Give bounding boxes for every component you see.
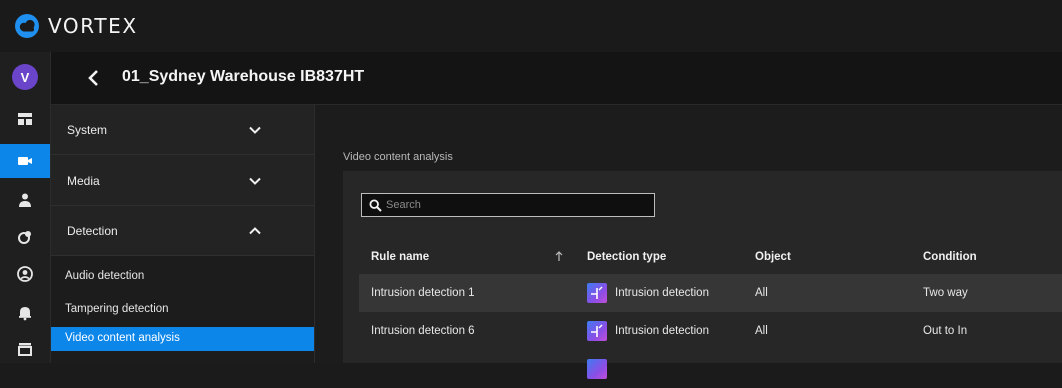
- column-header-condition[interactable]: Condition: [923, 251, 977, 263]
- intrusion-detection-icon: [587, 283, 607, 303]
- column-header-detection-type[interactable]: Detection type: [587, 251, 666, 263]
- sub-item-audio-detection[interactable]: Audio detection: [51, 265, 314, 289]
- condition-cell: Out to In: [923, 325, 968, 337]
- sub-item-video-content-analysis[interactable]: Video content analysis: [51, 327, 314, 351]
- top-bar: VORTEX: [0, 0, 1062, 53]
- camera-icon[interactable]: [0, 144, 50, 178]
- device-title: 01_Sydney Warehouse IB837HT: [122, 68, 365, 85]
- search-icon: [369, 198, 382, 212]
- rule-name-cell: Intrusion detection 1: [371, 287, 475, 299]
- menu-section-system[interactable]: System: [51, 105, 314, 155]
- table-row[interactable]: [359, 350, 1062, 388]
- chevron-left-icon[interactable]: [83, 67, 105, 89]
- sub-item-label: Audio detection: [65, 270, 145, 282]
- detection-type-cell: Intrusion detection: [615, 325, 709, 337]
- column-header-rule-name[interactable]: Rule name: [371, 251, 429, 263]
- sub-item-tampering-detection[interactable]: Tampering detection: [51, 298, 314, 322]
- page-breadcrumb: Video content analysis: [343, 151, 453, 163]
- object-cell: All: [755, 325, 768, 337]
- search-input[interactable]: [386, 199, 636, 211]
- menu-section-detection[interactable]: Detection: [51, 206, 314, 256]
- sub-item-label: Video content analysis: [65, 332, 180, 344]
- menu-section-label: Detection: [67, 224, 118, 238]
- chevron-down-icon: [249, 177, 261, 185]
- sub-item-label: Tampering detection: [65, 303, 169, 315]
- menu-section-label: Media: [67, 174, 100, 188]
- condition-cell: Two way: [923, 287, 968, 299]
- left-nav-rail: V: [0, 52, 51, 363]
- access-icon[interactable]: [0, 220, 50, 254]
- rule-name-cell: Intrusion detection 6: [371, 325, 475, 337]
- chevron-up-icon: [249, 227, 261, 235]
- table-row[interactable]: Intrusion detection 1 Intrusion detectio…: [359, 274, 1062, 312]
- bell-icon[interactable]: [0, 295, 50, 329]
- detection-submenu: Audio detection Tampering detection Vide…: [51, 256, 314, 363]
- intrusion-detection-icon: [587, 359, 607, 379]
- more-icon[interactable]: [0, 332, 50, 366]
- search-box[interactable]: [361, 193, 655, 217]
- dashboard-icon[interactable]: [0, 102, 50, 136]
- menu-section-media[interactable]: Media: [51, 156, 314, 206]
- sort-arrow-up-icon[interactable]: [553, 249, 565, 263]
- chevron-down-icon: [249, 126, 261, 134]
- intrusion-detection-icon: [587, 321, 607, 341]
- device-header: 01_Sydney Warehouse IB837HT: [51, 52, 1062, 105]
- vortex-logo-icon[interactable]: [14, 13, 40, 39]
- rules-panel: Rule name Detection type Object Conditio…: [343, 171, 1062, 379]
- main-content: Video content analysis Rule name Detecti…: [315, 105, 1062, 379]
- brand-name: VORTEX: [48, 14, 138, 38]
- table-row[interactable]: Intrusion detection 6 Intrusion detectio…: [359, 312, 1062, 350]
- menu-section-label: System: [67, 123, 108, 137]
- detection-type-cell: Intrusion detection: [615, 287, 709, 299]
- person-icon[interactable]: [0, 183, 50, 217]
- user-avatar[interactable]: V: [12, 64, 38, 90]
- object-cell: All: [755, 287, 768, 299]
- profile-icon[interactable]: [0, 257, 50, 291]
- column-header-object[interactable]: Object: [755, 251, 791, 263]
